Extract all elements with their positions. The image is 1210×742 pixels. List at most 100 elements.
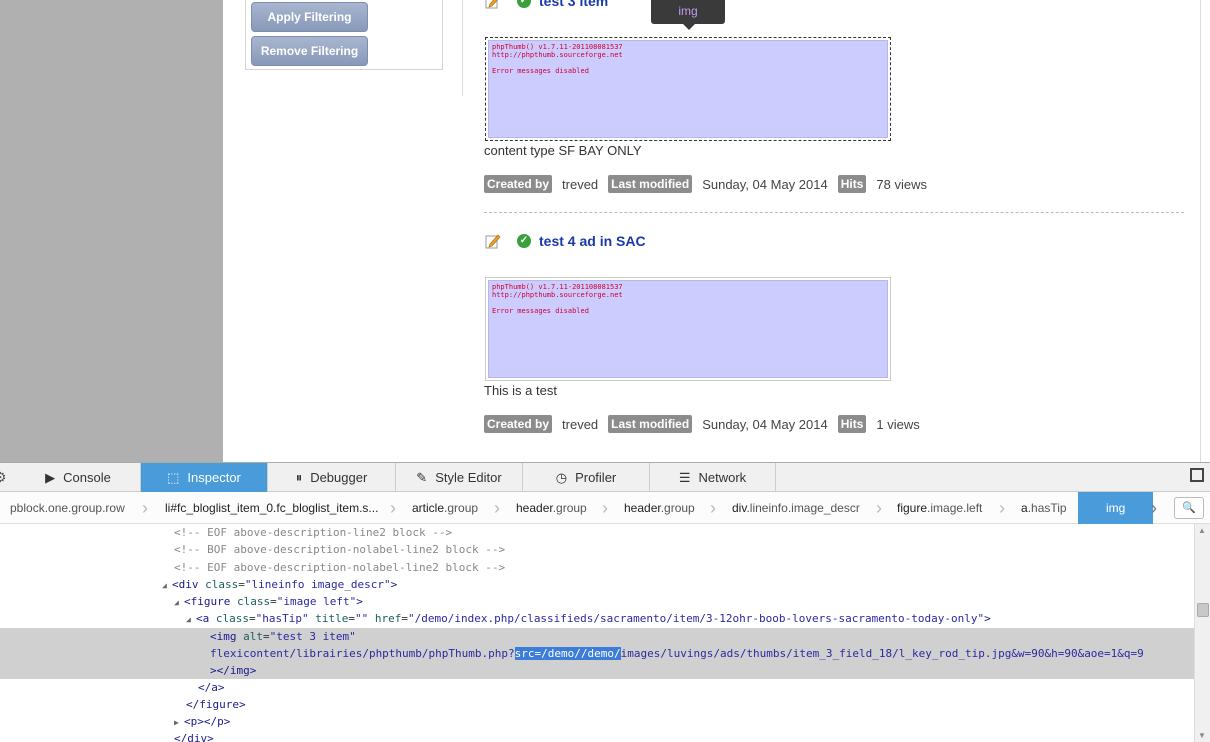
thumbnail-error-image: phpThumb() v1.7.11-201108081537 http://p… xyxy=(488,280,888,378)
attr-name: class xyxy=(205,578,239,591)
tab-label: Debugger xyxy=(310,470,368,485)
markup-line-selected[interactable]: <img alt="test 3 item" xyxy=(0,628,1194,645)
breadcrumb-item[interactable]: header.group xyxy=(624,492,695,524)
crumb-class: .group xyxy=(444,501,479,515)
breadcrumb-item[interactable]: pblock.one.group.row xyxy=(10,492,125,524)
page-left-gutter xyxy=(0,0,223,462)
markup-line[interactable]: <!-- BOF above-description-nolabel-line2… xyxy=(0,541,1194,558)
tab-network[interactable]: ☰ Network xyxy=(650,463,776,492)
thumb-line: http://phpthumb.sourceforge.net xyxy=(492,51,623,59)
scrollbar-thumb[interactable] xyxy=(1197,603,1209,617)
markup-line[interactable]: ◢ <div class="lineinfo image_descr"> xyxy=(0,576,1194,593)
crumb-tag: div xyxy=(732,501,747,515)
created-by-label: Created by xyxy=(484,175,553,193)
chevron-right-icon: › xyxy=(710,498,716,518)
tab-profiler[interactable]: ◷ Profiler xyxy=(523,463,650,492)
expand-triangle-icon[interactable]: ◢ xyxy=(186,611,196,628)
markup-line-selected[interactable]: flexicontent/librairies/phpthumb/phpThum… xyxy=(0,645,1194,662)
crumb-class: pblock.one.group.row xyxy=(10,501,125,515)
hits-value: 78 views xyxy=(876,176,927,192)
page-border xyxy=(1200,0,1201,462)
thumb-line: phpThumb() v1.7.11-201108081537 xyxy=(492,283,623,291)
edit-icon[interactable] xyxy=(485,0,501,9)
created-by-value: treved xyxy=(562,176,599,192)
expand-triangle-icon[interactable]: ◢ xyxy=(162,577,172,594)
tab-style-editor[interactable]: ✎ Style Editor xyxy=(396,463,523,492)
item-title-link[interactable]: test 3 item xyxy=(539,0,608,9)
breadcrumb-item[interactable]: li#fc_bloglist_item_0.fc_bloglist_item.s… xyxy=(165,492,378,524)
tab-console[interactable]: ▶ Console xyxy=(16,463,141,492)
tab-debugger[interactable]: ⏸ Debugger xyxy=(268,463,396,492)
tag-name: <img xyxy=(210,630,237,643)
markup-line-selected[interactable]: ></img> xyxy=(0,662,1194,679)
attr-value: "lineinfo image_descr" xyxy=(244,578,391,591)
markup-line[interactable]: <!-- EOF above-description-nolabel-line2… xyxy=(0,559,1194,576)
scroll-down-icon[interactable]: ▼ xyxy=(1198,731,1206,740)
chevron-right-icon: › xyxy=(494,498,500,518)
tag-name: ></img> xyxy=(210,664,257,677)
markup-line[interactable]: ◢ <figure class="image left"> xyxy=(0,593,1194,610)
chevron-right-icon[interactable]: › xyxy=(1151,492,1157,524)
crumb-tag: figure xyxy=(897,501,928,515)
chevron-right-icon: › xyxy=(602,498,608,518)
tab-label: Profiler xyxy=(575,470,617,485)
src-value: flexicontent/librairies/phpthumb/phpThum… xyxy=(210,647,515,660)
edit-icon[interactable] xyxy=(485,233,501,249)
inspector-icon: ⬚ xyxy=(167,469,180,485)
thumb-line: phpThumb() v1.7.11-201108081537 xyxy=(492,43,623,51)
attr-name: class xyxy=(215,612,249,625)
crumb-class: .image.left xyxy=(927,501,983,515)
markup-line[interactable]: </a> xyxy=(0,679,1194,696)
crumb-tag: a xyxy=(1021,501,1028,515)
breadcrumb-item[interactable]: header.group xyxy=(516,492,587,524)
tag-name: <div xyxy=(172,578,199,591)
devtools-toolbar: ⚙ ▶ Console ⬚ Inspector ⏸ Debugger ✎ Style E… xyxy=(0,462,1210,492)
scroll-up-icon[interactable]: ▲ xyxy=(1198,526,1206,535)
item-thumbnail-highlighted[interactable]: phpThumb() v1.7.11-201108081537 http://p… xyxy=(485,37,891,141)
tag-name: </figure> xyxy=(186,698,246,711)
breadcrumb-item[interactable]: div.lineinfo.image_descr xyxy=(732,492,860,524)
tag-name: <p></p> xyxy=(184,715,231,728)
crumb-tag: article xyxy=(412,501,445,515)
attr-value: "test 3 item" xyxy=(269,630,356,643)
markup-scrollbar[interactable]: ▲ ▼ xyxy=(1194,524,1210,742)
undock-icon[interactable] xyxy=(1190,468,1204,482)
chevron-right-icon: › xyxy=(142,498,148,518)
breadcrumb: pblock.one.group.row › li#fc_bloglist_it… xyxy=(0,492,1210,524)
tab-inspector[interactable]: ⬚ Inspector xyxy=(141,463,268,492)
attr-name: href xyxy=(374,612,402,625)
console-icon: ▶ xyxy=(45,469,56,485)
item-title-link[interactable]: test 4 ad in SAC xyxy=(539,233,646,249)
filter-panel: Apply Filtering Remove Filtering xyxy=(245,0,443,70)
markup-line[interactable]: ◢ <a class="hasTip" title="" href="/demo/… xyxy=(0,610,1194,627)
tag-name: <figure xyxy=(184,595,231,608)
breadcrumb-item[interactable]: a.hasTip xyxy=(1021,492,1067,524)
tag-name: </div> xyxy=(174,732,214,742)
thumb-line: http://phpthumb.sourceforge.net xyxy=(492,291,623,299)
crumb-class: .group xyxy=(660,501,695,515)
thumb-line: Error messages disabled xyxy=(492,307,589,315)
collapse-triangle-icon[interactable]: ▶ xyxy=(174,714,184,731)
expand-triangle-icon[interactable]: ◢ xyxy=(174,594,184,611)
comment-node: <!-- EOF above-description-nolabel-line2… xyxy=(174,561,506,574)
breadcrumb-item[interactable]: article.group xyxy=(412,492,478,524)
gear-icon[interactable]: ⚙ xyxy=(0,469,7,486)
remove-filtering-button[interactable]: Remove Filtering xyxy=(251,36,368,66)
breadcrumb-item[interactable]: figure.image.left xyxy=(897,492,982,524)
apply-filtering-button[interactable]: Apply Filtering xyxy=(251,2,368,32)
item-thumbnail[interactable]: phpThumb() v1.7.11-201108081537 http://p… xyxy=(485,277,891,381)
markup-line[interactable]: </div> xyxy=(0,730,1194,742)
profiler-icon: ◷ xyxy=(555,469,568,485)
item-meta: Created by treved Last modified Sunday, … xyxy=(484,415,930,433)
markup-line[interactable]: <!-- EOF above-description-line2 block -… xyxy=(0,524,1194,541)
style-editor-icon: ✎ xyxy=(416,469,428,485)
markup-line[interactable]: ▶ <p></p> xyxy=(0,713,1194,730)
chevron-right-icon: › xyxy=(876,498,882,518)
attr-name: title xyxy=(315,612,349,625)
breadcrumb-item-active[interactable]: img xyxy=(1078,492,1154,524)
crumb-class: .group xyxy=(552,501,587,515)
attr-value: "/demo/index.php/classifieds/sacramento/… xyxy=(407,612,985,625)
item-description: This is a test xyxy=(484,383,557,398)
markup-line[interactable]: </figure> xyxy=(0,696,1194,713)
search-icon[interactable]: 🔍 xyxy=(1174,497,1204,519)
